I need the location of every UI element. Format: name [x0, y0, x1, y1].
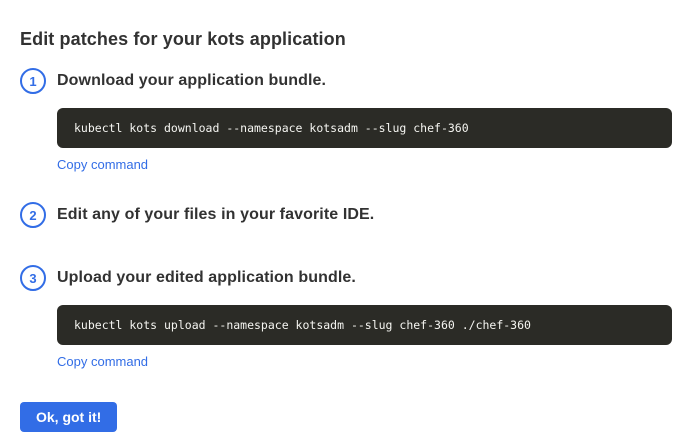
step-2-number-badge: 2	[20, 202, 46, 228]
download-command-text: kubectl kots download --namespace kotsad…	[74, 121, 469, 135]
page-title: Edit patches for your kots application	[20, 29, 672, 50]
ok-got-it-button[interactable]: Ok, got it!	[20, 402, 117, 432]
upload-command-code-block: kubectl kots upload --namespace kotsadm …	[57, 305, 672, 345]
edit-patches-panel: Edit patches for your kots application 1…	[0, 0, 690, 371]
step-1-number-badge: 1	[20, 68, 46, 94]
step-download: 1 Download your application bundle. kube…	[20, 68, 672, 174]
step-3-body: Upload your edited application bundle. k…	[57, 265, 672, 371]
download-command-code-block: kubectl kots download --namespace kotsad…	[57, 108, 672, 148]
step-1-label: Download your application bundle.	[57, 68, 672, 94]
step-1-body: Download your application bundle. kubect…	[57, 68, 672, 174]
copy-upload-command-link[interactable]: Copy command	[57, 354, 148, 369]
step-upload: 3 Upload your edited application bundle.…	[20, 265, 672, 371]
copy-download-command-link[interactable]: Copy command	[57, 157, 148, 172]
step-2-body: Edit any of your files in your favorite …	[57, 202, 672, 228]
step-3-number-badge: 3	[20, 265, 46, 291]
step-2-label: Edit any of your files in your favorite …	[57, 202, 672, 228]
step-edit: 2 Edit any of your files in your favorit…	[20, 202, 672, 228]
step-3-label: Upload your edited application bundle.	[57, 265, 672, 291]
upload-command-text: kubectl kots upload --namespace kotsadm …	[74, 318, 531, 332]
